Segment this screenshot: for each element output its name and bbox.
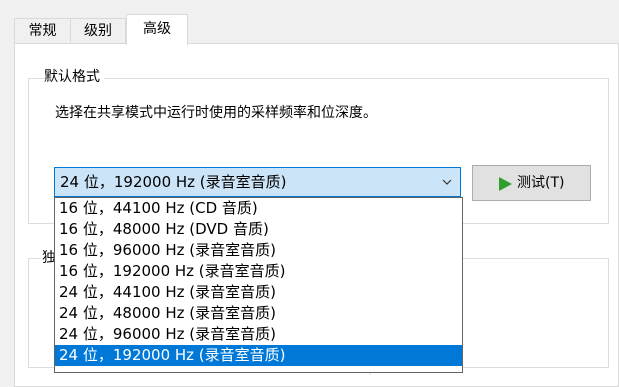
dropdown-option[interactable]: 16 位，192000 Hz (录音室音质) [55,261,462,282]
tab-levels[interactable]: 级别 [70,18,126,43]
combobox-selected-value: 24 位，192000 Hz (录音室音质) [60,173,287,191]
default-format-description: 选择在共享模式中运行时使用的采样频率和位深度。 [55,105,377,121]
default-format-title: 默认格式 [44,66,104,88]
sample-format-combobox[interactable]: 24 位，192000 Hz (录音室音质) [54,167,461,197]
chevron-down-icon [442,179,452,185]
dropdown-option-selected[interactable]: 24 位，192000 Hz (录音室音质) [55,345,462,366]
tab-advanced[interactable]: 高级 [126,14,188,45]
play-icon [499,177,512,191]
test-button[interactable]: 测试(T) [472,165,591,201]
dropdown-option[interactable]: 16 位，96000 Hz (录音室音质) [55,240,462,261]
dropdown-option[interactable]: 16 位，48000 Hz (DVD 音质) [55,219,462,240]
tab-general[interactable]: 常规 [14,18,71,43]
dropdown-option[interactable]: 24 位，44100 Hz (录音室音质) [55,282,462,303]
format-dropdown-list: 16 位，44100 Hz (CD 音质) 16 位，48000 Hz (DVD… [54,197,463,373]
test-button-label: 测试(T) [517,175,565,191]
dropdown-option[interactable]: 24 位，48000 Hz (录音室音质) [55,303,462,324]
tab-strip: 常规 级别 高级 [0,0,619,45]
dropdown-option[interactable]: 16 位，44100 Hz (CD 音质) [55,198,462,219]
dropdown-option[interactable]: 24 位，96000 Hz (录音室音质) [55,324,462,345]
